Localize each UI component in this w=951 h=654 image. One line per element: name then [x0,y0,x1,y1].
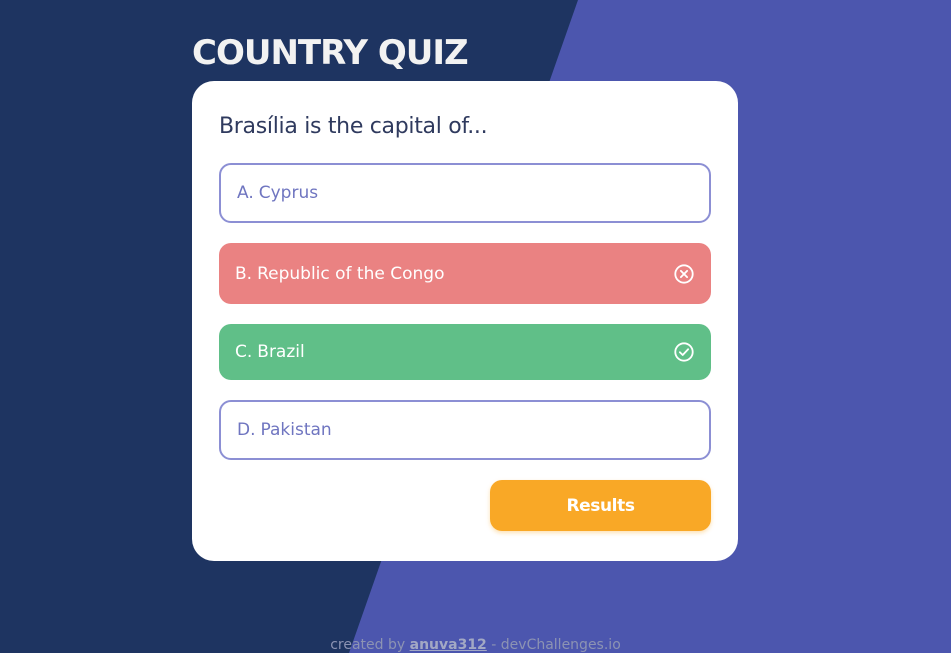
option-letter: D. [237,420,256,440]
option-label: Pakistan [260,420,332,440]
results-button[interactable]: Results [490,480,711,531]
option-label: Brazil [257,342,305,362]
answer-option-d[interactable]: D. Pakistan [219,400,711,460]
author-link[interactable]: anuva312 [410,637,487,653]
option-label: Cyprus [258,183,319,203]
answer-option-b[interactable]: B. Republic of the Congo [219,243,711,304]
footer-separator: - [491,637,497,653]
option-letter: C. [235,342,253,362]
answer-option-c[interactable]: C. Brazil [219,324,711,380]
answer-option-a[interactable]: A. Cyprus [219,163,711,223]
footer-credit: created by anuva312 - devChallenges.io [0,636,951,654]
option-letter: B. [235,263,253,284]
quiz-card: Brasília is the capital of... A. Cyprus … [192,81,738,561]
option-letter: A. [237,183,254,203]
option-label: Republic of the Congo [257,263,445,284]
x-circle-icon [674,263,694,284]
check-circle-icon [674,342,694,362]
footer-prefix: created by [330,637,406,653]
app-title: COUNTRY QUIZ [192,33,469,73]
footer-site: devChallenges.io [500,637,621,653]
question-text: Brasília is the capital of... [219,114,488,139]
